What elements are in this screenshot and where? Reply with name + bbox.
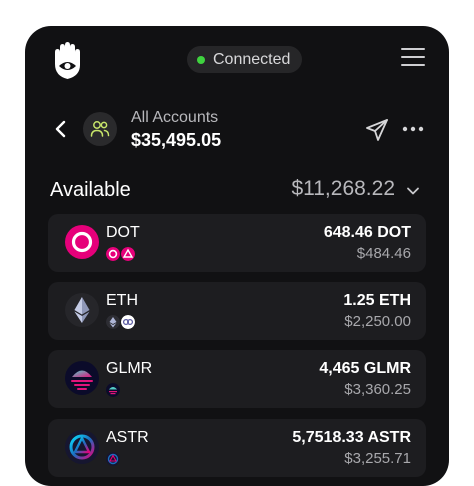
moonbeam-chain-icon — [121, 315, 135, 329]
account-total-balance: $35,495.05 — [131, 130, 222, 150]
astar-icon — [65, 430, 99, 464]
polkadot-chain-icon — [106, 247, 120, 261]
token-row-dot[interactable]: DOT 648.46 DOT $484.46 — [48, 214, 426, 272]
astar-chain-icon — [121, 247, 135, 261]
token-symbol: ASTR — [106, 429, 149, 446]
token-symbol: GLMR — [106, 360, 153, 377]
available-amount: $11,268.22 — [291, 177, 395, 200]
account-name: All Accounts — [131, 109, 219, 126]
connection-status-badge[interactable]: Connected — [187, 46, 303, 73]
token-usd-value: $3,360.25 — [344, 381, 411, 398]
astar-chain-icon — [106, 452, 120, 466]
token-usd-value: $2,250.00 — [344, 313, 411, 330]
token-chains — [106, 315, 136, 329]
token-usd-value: $484.46 — [356, 245, 411, 262]
send-paper-plane-icon[interactable] — [365, 118, 389, 142]
token-chains — [106, 383, 121, 397]
token-symbol: DOT — [106, 224, 140, 241]
hamsa-hand-logo-icon[interactable] — [47, 41, 85, 81]
polkadot-icon — [65, 225, 99, 259]
available-label: Available — [50, 179, 131, 201]
connection-status-label: Connected — [213, 50, 291, 68]
token-amount: 648.46 DOT — [323, 224, 411, 241]
moonbeam-chain-icon — [106, 383, 120, 397]
available-balance-section: Available $11,268.22 — [25, 176, 449, 206]
token-symbol: ETH — [106, 292, 138, 309]
token-amount: 5,7518.33 ASTR — [292, 429, 411, 446]
token-row-astr[interactable]: ASTR 5,7518.33 ASTR $3,255.71 — [48, 419, 426, 477]
ethereum-icon — [65, 293, 99, 327]
wallet-panel: Connected All Accounts $35,495.05 Availa… — [25, 26, 449, 486]
hamburger-menu-icon[interactable] — [401, 48, 425, 68]
more-options-icon[interactable] — [402, 126, 424, 132]
token-row-glmr[interactable]: GLMR 4,465 GLMR $3,360.25 — [48, 350, 426, 408]
token-amount: 1.25 ETH — [343, 292, 411, 309]
accounts-avatar[interactable] — [83, 112, 117, 146]
connected-dot-icon — [197, 55, 205, 64]
moonbeam-icon — [65, 361, 99, 395]
back-chevron-icon[interactable] — [53, 118, 69, 140]
token-row-eth[interactable]: ETH 1.25 ETH $2,250.00 — [48, 282, 426, 340]
token-amount: 4,465 GLMR — [319, 360, 411, 377]
ethereum-chain-icon — [106, 315, 120, 329]
token-chains — [106, 452, 121, 466]
chevron-down-icon[interactable] — [406, 184, 420, 198]
users-icon — [90, 121, 110, 137]
token-chains — [106, 247, 136, 261]
token-usd-value: $3,255.71 — [344, 450, 411, 467]
account-header: All Accounts $35,495.05 — [25, 104, 449, 154]
top-bar: Connected — [25, 26, 449, 90]
